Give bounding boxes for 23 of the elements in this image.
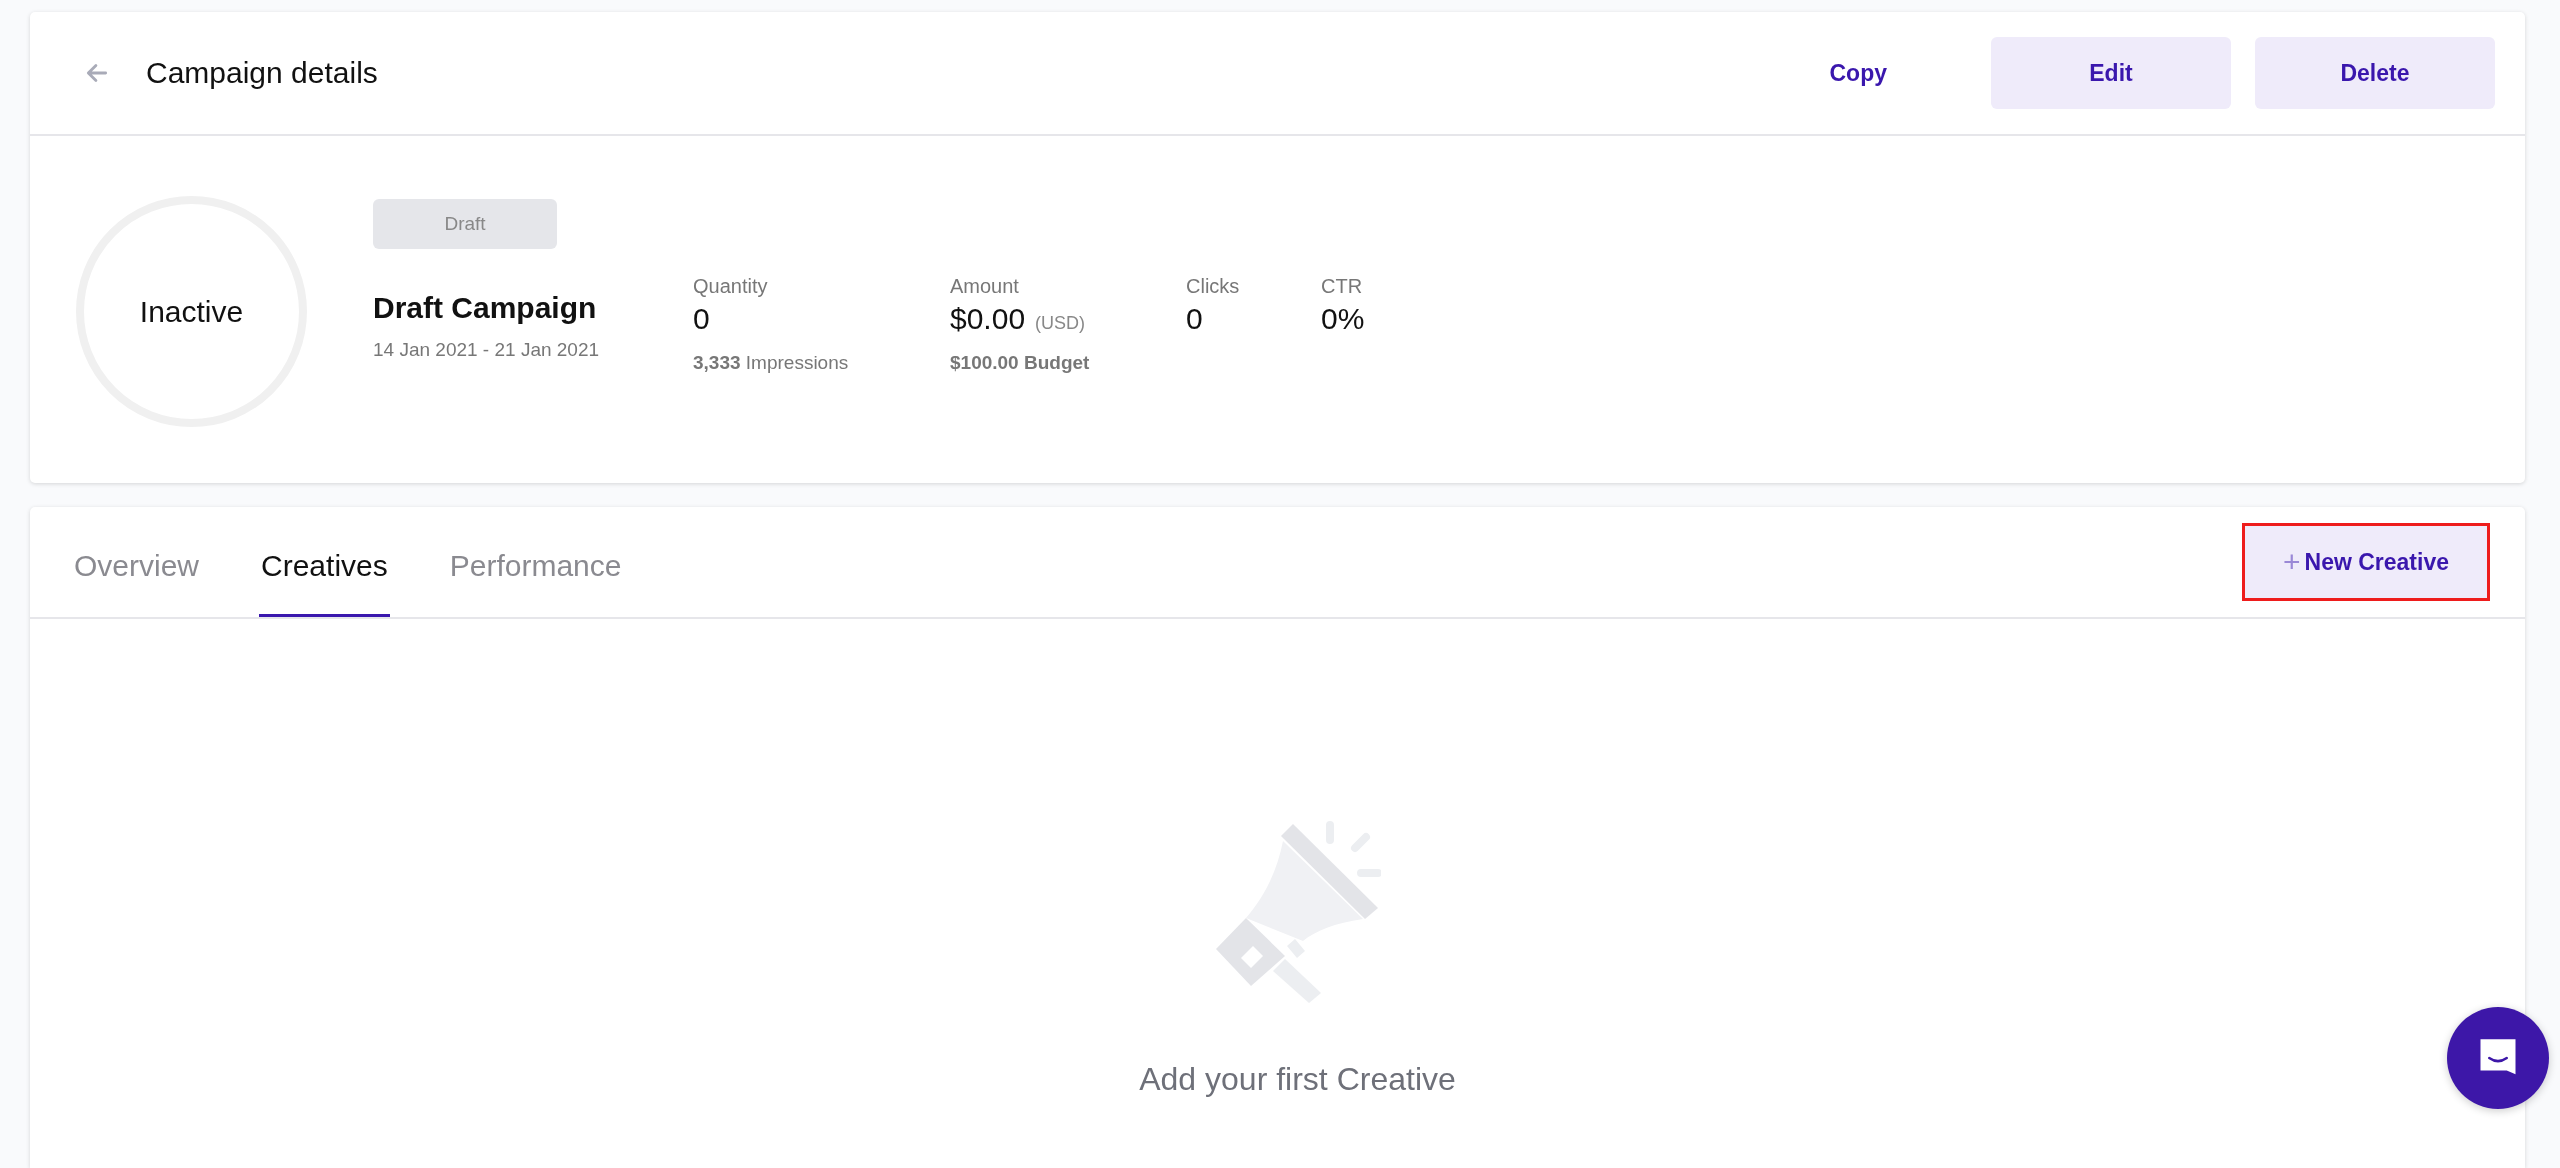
action-button[interactable]: Edit (1991, 37, 2231, 109)
empty-state-message: Add your first Creative (1139, 1061, 1456, 1098)
stat-label: CTR (1321, 275, 1364, 298)
new-creative-button[interactable]: +New Creative (2242, 523, 2490, 601)
stat-value: 0 (693, 302, 710, 336)
stat-label: Clicks (1186, 275, 1241, 298)
stat-label: Amount (950, 275, 1020, 298)
stat-value: 0% (1321, 302, 1365, 336)
stat-value: $0.00 (950, 302, 1026, 336)
megaphone-icon (1214, 821, 1381, 1003)
tab[interactable]: Creatives (259, 507, 390, 617)
campaign-name: Draft Campaign (373, 291, 598, 325)
status-badge: Draft (373, 199, 557, 249)
status-ring: Inactive (76, 196, 307, 427)
stat-subtext: 3,333 Impressions (693, 352, 850, 374)
stat-label: Quantity (693, 275, 769, 298)
currency-unit: (USD) (1035, 313, 1086, 334)
copy-link[interactable]: Copy (1829, 49, 1887, 97)
stat-value: 0 (1186, 302, 1203, 336)
action-button[interactable]: Delete (2255, 37, 2495, 109)
stat-subtext: $100.00 Budget (950, 352, 1091, 374)
campaign-dates: 14 Jan 2021 - 21 Jan 2021 (373, 339, 601, 361)
page-title: Campaign details (146, 56, 378, 90)
